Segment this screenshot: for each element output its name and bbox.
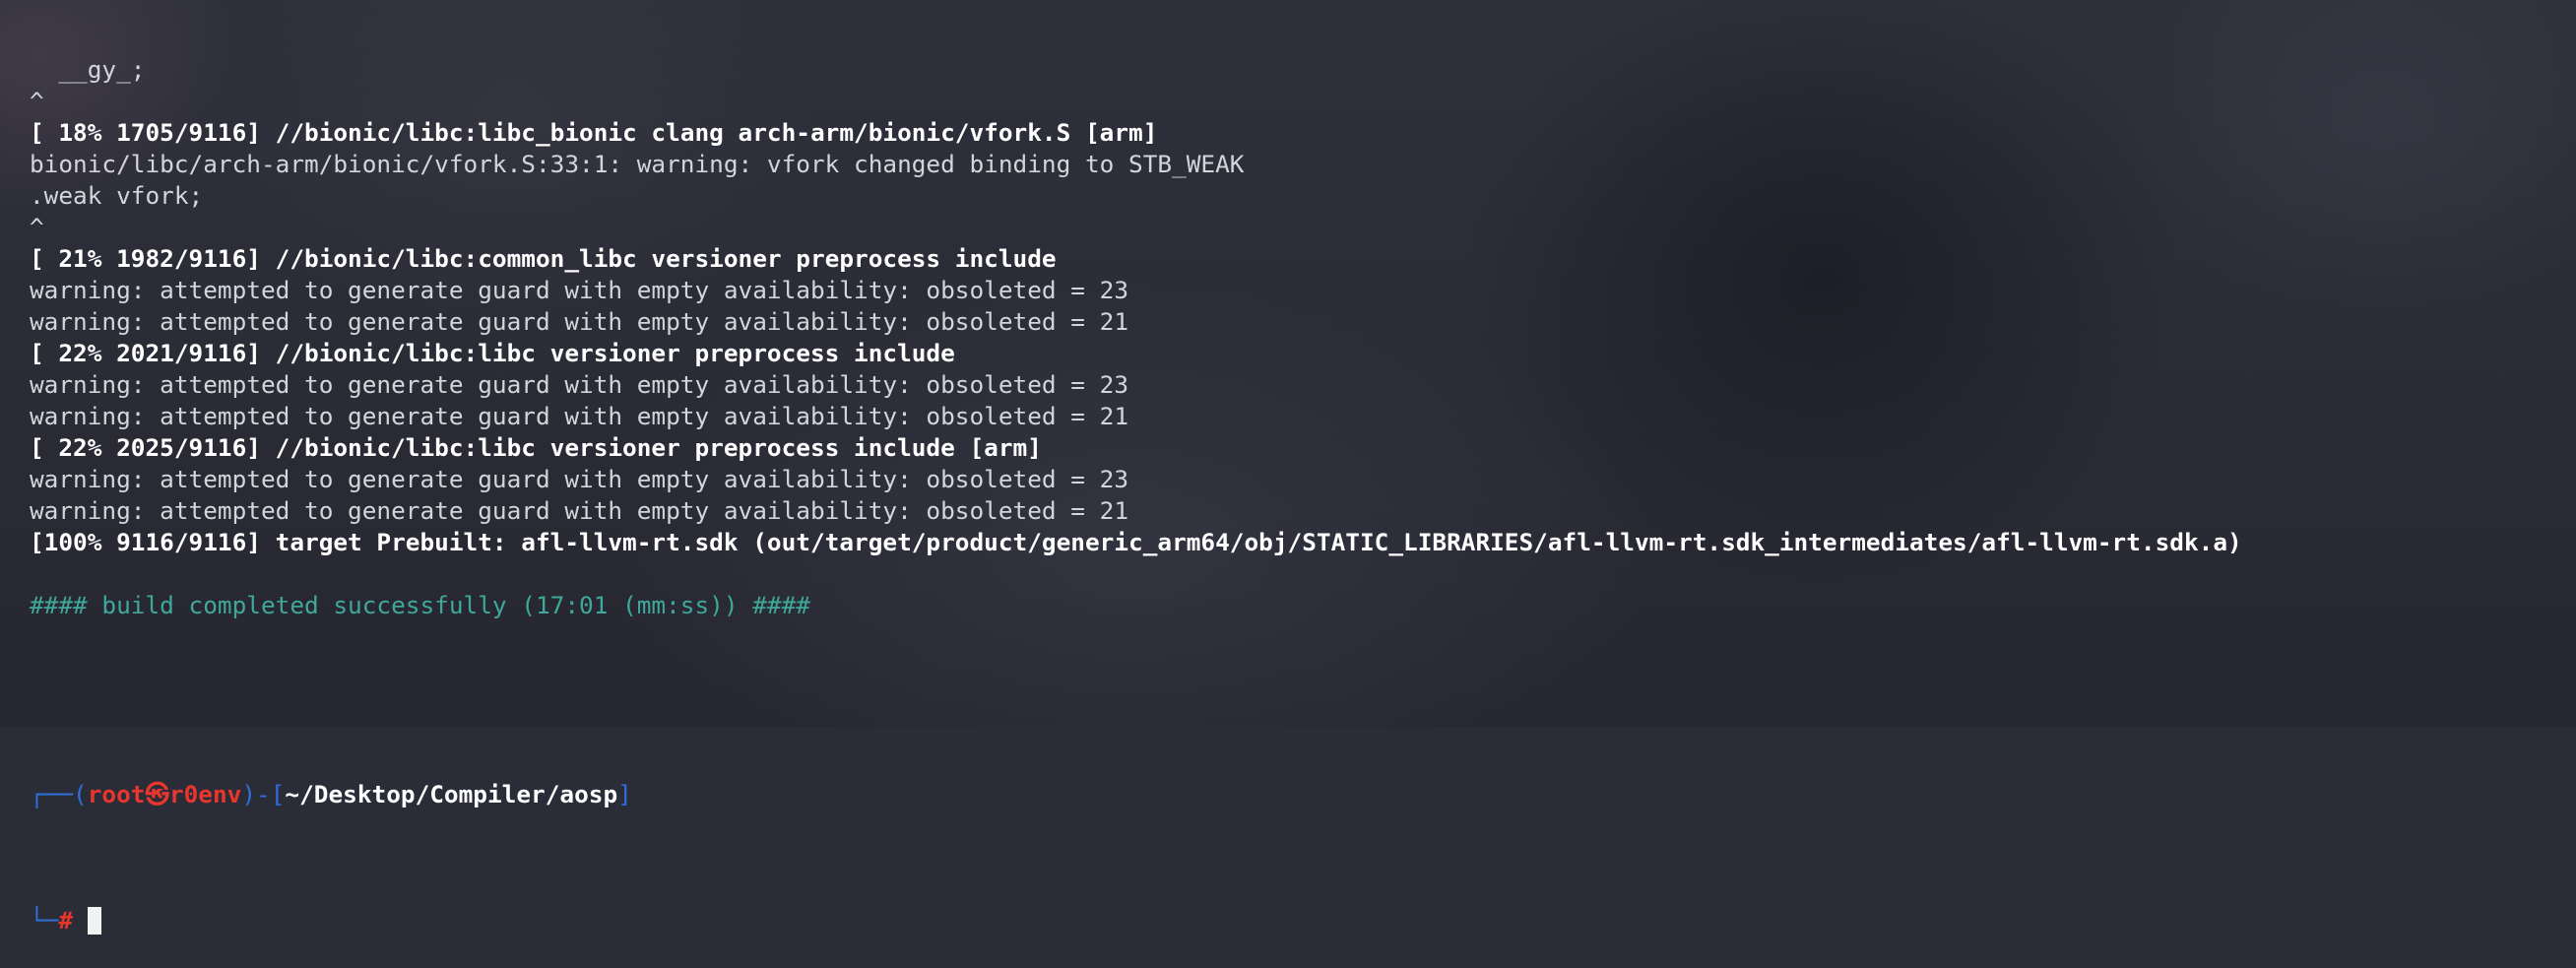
prompt-box-bottom: └─ bbox=[30, 906, 59, 935]
terminal-line: [ 21% 1982/9116] //bionic/libc:common_li… bbox=[30, 244, 1057, 273]
terminal-line: __gy_; bbox=[30, 55, 146, 84]
prompt-user: root bbox=[87, 780, 146, 808]
terminal-output[interactable]: __gy_; ^ [ 18% 1705/9116] //bionic/libc:li… bbox=[30, 0, 2576, 968]
terminal-lines: __gy_; ^ [ 18% 1705/9116] //bionic/libc:li… bbox=[30, 54, 2576, 684]
prompt-line-2[interactable]: └─# bbox=[30, 905, 2576, 936]
terminal-line: ^ bbox=[30, 213, 44, 241]
terminal-line: bionic/libc/arch-arm/bionic/vfork.S:33:1… bbox=[30, 150, 1245, 178]
terminal-line: warning: attempted to generate guard wit… bbox=[30, 465, 1129, 493]
prompt-close-bracket: ] bbox=[617, 780, 632, 808]
prompt-separator: )-[ bbox=[241, 780, 286, 808]
terminal-line: warning: attempted to generate guard wit… bbox=[30, 402, 1129, 430]
terminal-line: [ 22% 2021/9116] //bionic/libc:libc vers… bbox=[30, 339, 955, 367]
prompt-symbol: # bbox=[58, 906, 74, 935]
terminal-line: warning: attempted to generate guard wit… bbox=[30, 370, 1129, 399]
terminal-line: warning: attempted to generate guard wit… bbox=[30, 276, 1129, 304]
text-cursor[interactable] bbox=[87, 907, 101, 935]
prompt-host: r0env bbox=[168, 780, 242, 808]
prompt-line-1: ┌──(root㉿r0env)-[~/Desktop/Compiler/aosp… bbox=[30, 779, 2576, 810]
terminal-line: warning: attempted to generate guard wit… bbox=[30, 496, 1129, 525]
terminal-line: [ 22% 2025/9116] //bionic/libc:libc vers… bbox=[30, 433, 1042, 462]
terminal-line: warning: attempted to generate guard wit… bbox=[30, 307, 1129, 336]
terminal-line: ^ bbox=[30, 87, 44, 115]
terminal-line: #### build completed successfully (17:01… bbox=[30, 591, 810, 619]
terminal-line: .weak vfork; bbox=[30, 181, 204, 210]
terminal-line: [ 18% 1705/9116] //bionic/libc:libc_bion… bbox=[30, 118, 1158, 147]
prompt-box-top: ┌──( bbox=[30, 780, 88, 808]
prompt-skull-icon: ㉿ bbox=[145, 780, 169, 808]
prompt-path: ~/Desktop/Compiler/aosp bbox=[285, 780, 618, 808]
terminal-line: [100% 9116/9116] target Prebuilt: afl-ll… bbox=[30, 528, 2242, 556]
